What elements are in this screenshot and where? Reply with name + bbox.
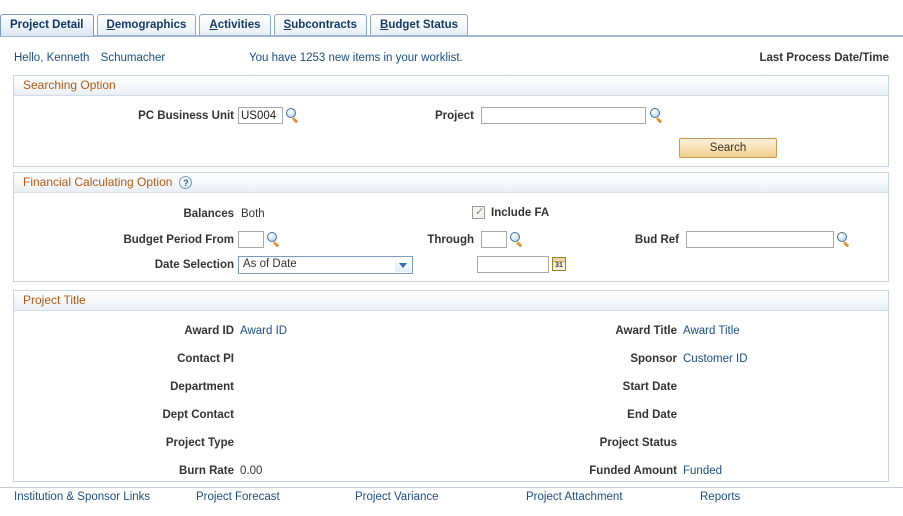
- magnifier-lens: [510, 232, 520, 242]
- checkmark-icon: ✓: [475, 206, 485, 218]
- burn-rate-label: Burn Rate: [179, 465, 234, 477]
- calendar-day: 31: [555, 262, 563, 269]
- searching-option-body: PC Business Unit Project Search: [14, 96, 888, 168]
- pc-business-unit-label: PC Business Unit: [138, 110, 234, 122]
- end-date-label: End Date: [627, 409, 677, 421]
- project-label: Project: [435, 110, 474, 122]
- last-process-date-time-label: Last Process Date/Time: [759, 52, 889, 64]
- footer-link-reports[interactable]: Reports: [700, 491, 740, 503]
- budget-period-from-lookup-icon[interactable]: [267, 232, 282, 247]
- start-date-label: Start Date: [622, 381, 677, 393]
- user-last-name: Schumacher: [100, 52, 166, 64]
- tab-demographics[interactable]: Demographics: [96, 14, 197, 36]
- greeting-row: Hello, Kenneth Schumacher You have 1253 …: [0, 50, 903, 72]
- footer-link-project-variance[interactable]: Project Variance: [355, 491, 439, 503]
- contact-pi-label: Contact PI: [177, 353, 234, 365]
- search-button[interactable]: Search: [679, 138, 777, 158]
- project-title-header: Project Title: [14, 291, 888, 311]
- footer-link-project-attachment[interactable]: Project Attachment: [526, 491, 623, 503]
- sponsor-value[interactable]: Customer ID: [683, 353, 748, 365]
- magnifier-handle: [291, 116, 299, 123]
- worklist-message[interactable]: You have 1253 new items in your worklist…: [249, 52, 463, 64]
- project-type-label: Project Type: [165, 437, 234, 449]
- as-of-date-input[interactable]: [477, 256, 549, 273]
- bud-ref-input[interactable]: [686, 231, 834, 248]
- date-selection-label: Date Selection: [154, 259, 234, 271]
- tab-bar: Project Detail Demographics Activities Subc…: [0, 13, 903, 36]
- through-input[interactable]: [481, 231, 507, 248]
- include-fa-label: Include FA: [491, 207, 550, 219]
- pc-business-unit-lookup-icon[interactable]: [286, 108, 301, 123]
- through-lookup-icon[interactable]: [510, 232, 525, 247]
- financial-calculating-option-group: Financial Calculating Option ? Balances …: [13, 172, 889, 282]
- footer-link-project-forecast[interactable]: Project Forecast: [196, 491, 280, 503]
- burn-rate-value: 0.00: [240, 465, 263, 477]
- award-title-value[interactable]: Award Title: [683, 325, 740, 337]
- financial-calculating-option-body: Balances Both ✓ Include FA Budget Period…: [14, 193, 888, 283]
- financial-calculating-option-header: Financial Calculating Option ?: [14, 173, 888, 193]
- bud-ref-lookup-icon[interactable]: [837, 232, 852, 247]
- searching-option-title: Searching Option: [23, 78, 116, 92]
- through-label: Through: [427, 234, 474, 246]
- project-input[interactable]: [481, 107, 646, 124]
- pc-business-unit-input[interactable]: [238, 107, 283, 124]
- magnifier-handle: [272, 240, 280, 247]
- footer-divider: [0, 487, 903, 488]
- award-title-label: Award Title: [615, 325, 677, 337]
- budget-period-from-input[interactable]: [238, 231, 264, 248]
- project-status-label: Project Status: [599, 437, 677, 449]
- magnifier-handle: [515, 240, 523, 247]
- tab-subcontracts[interactable]: Subcontracts: [273, 14, 368, 36]
- award-id-value[interactable]: Award ID: [240, 325, 287, 337]
- include-fa-checkbox[interactable]: ✓: [472, 206, 485, 219]
- project-title-group: Project Title Award ID Award ID Contact PI…: [13, 290, 889, 482]
- project-lookup-icon[interactable]: [650, 108, 665, 123]
- footer-links: Institution & Sponsor Links Project Forec…: [0, 491, 903, 511]
- greeting-text: Hello, Kenneth: [14, 52, 90, 64]
- tab-budget-status[interactable]: Budget Status: [370, 14, 468, 36]
- footer-link-institution-sponsor-links[interactable]: Institution & Sponsor Links: [14, 491, 150, 503]
- balances-value: Both: [241, 208, 265, 220]
- magnifier-lens: [286, 108, 296, 118]
- searching-option-group: Searching Option PC Business Unit Projec…: [13, 75, 889, 167]
- magnifier-lens: [837, 232, 847, 242]
- project-title-body: Award ID Award ID Contact PI Department Dept…: [14, 311, 888, 483]
- department-label: Department: [170, 381, 234, 393]
- tab-project-detail[interactable]: Project Detail: [0, 14, 94, 36]
- date-selection-value: As of Date: [243, 258, 297, 270]
- date-selection-dropdown[interactable]: As of Date: [238, 256, 413, 274]
- bud-ref-label: Bud Ref: [634, 234, 679, 246]
- funded-amount-label: Funded Amount: [589, 465, 677, 477]
- help-icon[interactable]: ?: [179, 176, 193, 189]
- balances-label: Balances: [183, 208, 234, 220]
- dept-contact-label: Dept Contact: [162, 409, 234, 421]
- project-title-title: Project Title: [23, 293, 86, 307]
- sponsor-label: Sponsor: [630, 353, 677, 365]
- magnifier-lens: [650, 108, 660, 118]
- tab-bar-underline: [0, 35, 903, 37]
- searching-option-header: Searching Option: [14, 76, 888, 96]
- magnifier-lens: [267, 232, 277, 242]
- user-greeting: Hello, Kenneth Schumacher: [14, 52, 165, 64]
- magnifier-handle: [655, 116, 663, 123]
- chevron-down-icon[interactable]: [395, 258, 411, 272]
- calendar-icon[interactable]: 31: [552, 257, 566, 271]
- financial-calculating-option-title: Financial Calculating Option: [23, 175, 173, 189]
- tab-activities[interactable]: Activities: [199, 14, 271, 36]
- magnifier-handle: [842, 240, 850, 247]
- funded-amount-value[interactable]: Funded: [683, 465, 722, 477]
- award-id-label: Award ID: [184, 325, 234, 337]
- budget-period-from-label: Budget Period From: [123, 234, 234, 246]
